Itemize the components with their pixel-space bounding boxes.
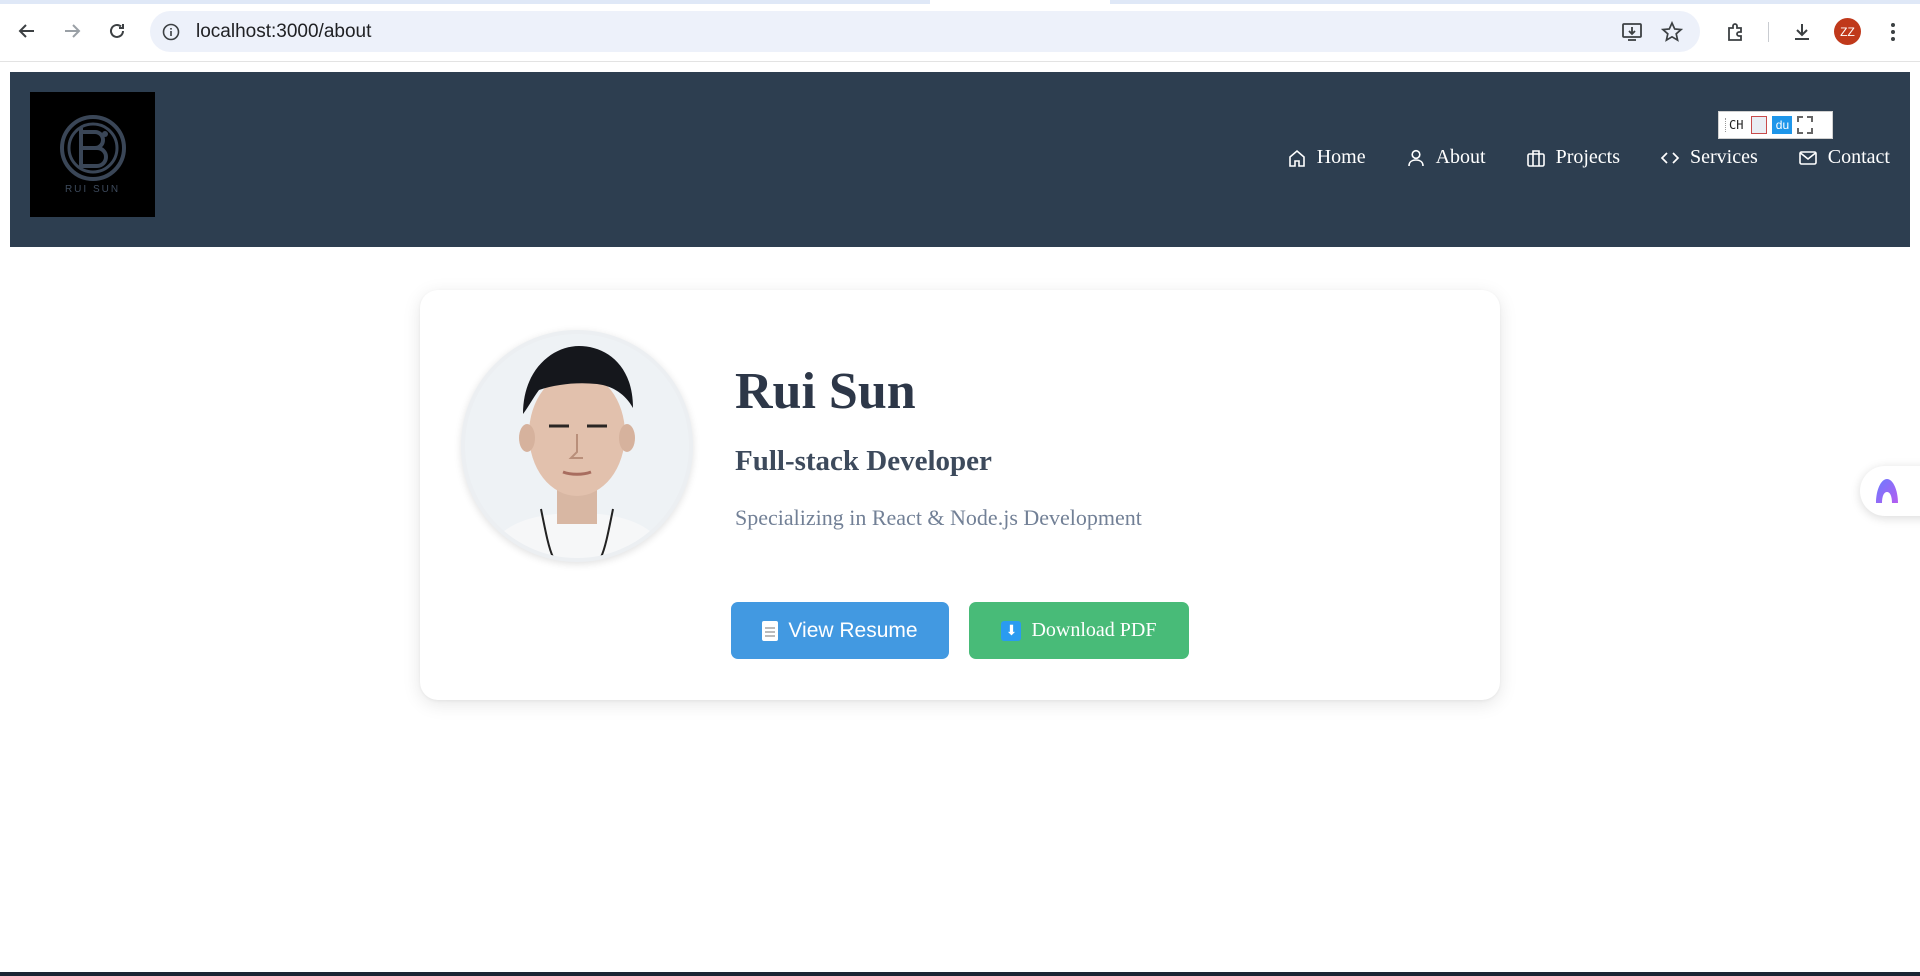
profile-name: Rui Sun <box>735 363 916 420</box>
nav-contact[interactable]: Contact <box>1798 146 1890 169</box>
url-text[interactable]: localhost:3000/about <box>196 21 371 43</box>
assistant-logo-icon <box>1876 479 1898 503</box>
back-button[interactable] <box>9 13 45 49</box>
briefcase-icon <box>1526 149 1545 167</box>
bookmark-star-icon[interactable] <box>1660 20 1684 44</box>
logo-text: RUI SUN <box>64 184 121 195</box>
nav-services[interactable]: Services <box>1660 146 1758 169</box>
home-icon <box>1288 149 1305 167</box>
nav-about[interactable]: About <box>1406 146 1486 169</box>
view-resume-button[interactable]: View Resume <box>731 602 949 659</box>
reload-icon <box>110 23 124 38</box>
translate-extension-widget[interactable]: CH du <box>1718 111 1833 139</box>
nav-projects-label: Projects <box>1555 146 1621 168</box>
profile-avatar[interactable]: ZZ <box>1834 18 1861 45</box>
logo-emblem-icon <box>59 115 126 181</box>
ext-ch-label[interactable]: CH <box>1725 118 1746 132</box>
profile-subtitle: Specializing in React & Node.js Developm… <box>735 505 1142 530</box>
pdf-icon[interactable] <box>1751 116 1768 134</box>
nav-projects[interactable]: Projects <box>1526 146 1620 169</box>
main-nav: Home About Projects Services Contact <box>1247 146 1890 169</box>
site-info-icon[interactable] <box>160 21 182 43</box>
reload-button[interactable] <box>99 13 135 49</box>
download-pdf-label: Download PDF <box>1031 619 1157 641</box>
fullscreen-icon[interactable] <box>1797 116 1814 134</box>
arrow-right-icon <box>65 24 81 38</box>
download-pdf-button[interactable]: ⬇ Download PDF <box>969 602 1189 659</box>
menu-kebab-icon[interactable] <box>1880 19 1906 45</box>
arrow-left-icon <box>18 24 34 38</box>
download-arrow-icon: ⬇ <box>1001 620 1022 641</box>
tab-strip <box>0 0 1920 4</box>
document-icon <box>762 620 779 641</box>
address-bar[interactable]: localhost:3000/about <box>150 11 1700 52</box>
site-logo[interactable]: RUI SUN <box>30 92 155 217</box>
profile-card: Rui Sun Full-stack Developer Specializin… <box>420 290 1500 700</box>
bottom-edge <box>0 972 1920 976</box>
assistant-float-button[interactable] <box>1860 466 1920 516</box>
browser-toolbar: localhost:3000/about ZZ <box>0 0 1920 62</box>
ext-du-label[interactable]: du <box>1772 116 1793 134</box>
toolbar-divider <box>1768 22 1769 42</box>
view-resume-label: View Resume <box>788 618 918 642</box>
site-header: RUI SUN Home About Projects Services Con… <box>10 72 1910 247</box>
user-icon <box>1407 149 1424 166</box>
extensions-puzzle-icon[interactable] <box>1723 19 1749 45</box>
nav-services-label: Services <box>1690 146 1758 168</box>
downloads-icon[interactable] <box>1789 19 1815 45</box>
code-icon <box>1660 151 1680 164</box>
nav-about-label: About <box>1435 146 1486 168</box>
profile-title: Full-stack Developer <box>735 445 992 477</box>
install-app-icon[interactable] <box>1620 20 1644 44</box>
nav-contact-label: Contact <box>1827 146 1890 168</box>
nav-home[interactable]: Home <box>1287 146 1366 169</box>
forward-button[interactable] <box>54 13 90 49</box>
nav-home-label: Home <box>1316 146 1366 168</box>
mail-icon <box>1798 150 1817 165</box>
profile-photo <box>461 330 693 562</box>
